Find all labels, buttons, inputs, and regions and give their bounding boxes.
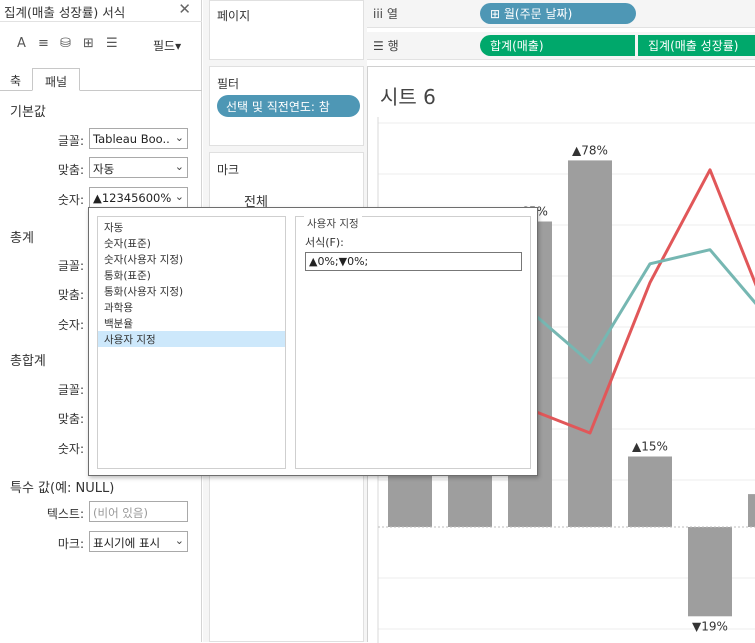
chevron-down-icon: ⌄ [174, 534, 184, 547]
totals-number-label: 숫자: [57, 318, 84, 332]
section-special-values: 특수 값(예: NULL) [10, 481, 115, 496]
marks-title: 마크 [217, 163, 240, 177]
format-pane-title: 집계(매출 성장률) 서식 [0, 0, 202, 22]
align-dropdown[interactable]: 자동 ⌄ [89, 157, 188, 178]
filters-card[interactable]: 필터 선택 및 직전연도: 참 [209, 66, 364, 146]
columns-label: iii 열 [373, 7, 398, 21]
format-type-item[interactable]: 과학용 [98, 299, 285, 315]
marks-label: 마크: [57, 537, 84, 551]
close-icon[interactable]: ✕ [178, 0, 191, 18]
format-input[interactable]: ▲0%;▼0%; [305, 252, 522, 271]
grand-number-label: 숫자: [57, 442, 84, 456]
totals-font-label: 글꼴: [57, 259, 84, 273]
format-type-item[interactable]: 사용자 지정 [98, 331, 285, 347]
grand-align-label: 맞춤: [57, 412, 84, 426]
chart-bar [688, 527, 732, 617]
tab-axis[interactable]: 축 [2, 68, 29, 91]
bar-label: ▲78% [572, 143, 608, 157]
chart-bar [748, 494, 755, 527]
number-value: ▲12345600% [93, 191, 172, 205]
section-totals: 총계 [10, 231, 34, 246]
grand-font-label: 글꼴: [57, 383, 84, 397]
rows-pill-growth[interactable]: 집계(매출 성장률) [638, 35, 755, 56]
columns-shelf[interactable]: iii 열 ⊞ 월(주문 날짜) [367, 0, 755, 28]
format-type-item[interactable]: 백분율 [98, 315, 285, 331]
custom-legend: 사용자 지정 [304, 216, 362, 231]
font-value: Tableau Boo.. [93, 132, 170, 146]
text-label: 텍스트: [46, 507, 84, 521]
font-icon[interactable]: A [17, 36, 26, 51]
filters-title: 필터 [217, 77, 240, 91]
fields-label: 필드 [153, 39, 176, 53]
format-label: 서식(F): [305, 236, 344, 249]
alignment-icon[interactable]: ≡ [38, 36, 49, 51]
chevron-down-icon: ▾ [175, 39, 182, 53]
chart-bar [568, 160, 612, 527]
font-label: 글꼴: [57, 134, 84, 148]
section-default: 기본값 [10, 105, 46, 120]
totals-align-label: 맞춤: [57, 288, 84, 302]
borders-icon[interactable]: ⊞ [83, 36, 94, 51]
number-format-popup: 자동 숫자(표준) 숫자(사용자 지정) 통화(표준) 통화(사용자 지정) 과학용 백분율… [88, 207, 538, 476]
rows-shelf[interactable]: ☰ 행 합계(매출) 집계(매출 성장률) [367, 32, 755, 60]
bar-label: ▲15% [632, 440, 668, 454]
format-type-item[interactable]: 숫자(사용자 지정) [98, 251, 285, 267]
format-tabs: 축 패널 [0, 68, 202, 91]
lines-icon[interactable]: ☰ [106, 36, 118, 51]
rows-label: ☰ 행 [373, 39, 399, 53]
pages-card[interactable]: 페이지 [209, 0, 364, 60]
custom-format-box: 사용자 지정 서식(F): ▲0%;▼0%; [295, 216, 531, 469]
format-type-list[interactable]: 자동 숫자(표준) 숫자(사용자 지정) 통화(표준) 통화(사용자 지정) 과학용 백분율… [97, 216, 286, 469]
format-type-item[interactable]: 자동 [98, 219, 285, 235]
shading-icon[interactable]: ⛁ [60, 36, 71, 51]
chevron-down-icon: ⌄ [174, 160, 184, 173]
fields-menu[interactable]: 필드▾ [153, 37, 181, 54]
rows-pill-sales[interactable]: 합계(매출) [480, 35, 635, 56]
format-type-item[interactable]: 숫자(표준) [98, 235, 285, 251]
marks-dropdown[interactable]: 표시기에 표시 ⌄ [89, 531, 188, 552]
bar-label: ▼19% [692, 619, 728, 633]
chevron-down-icon: ⌄ [174, 131, 184, 144]
tab-pane[interactable]: 패널 [32, 68, 80, 91]
text-input[interactable]: (비어 있음) [89, 501, 188, 522]
marks-value: 표시기에 표시 [93, 536, 161, 550]
chevron-down-icon: ⌄ [174, 190, 184, 203]
font-dropdown[interactable]: Tableau Boo.. ⌄ [89, 128, 188, 149]
columns-pill[interactable]: ⊞ 월(주문 날짜) [480, 3, 636, 24]
section-grand-totals: 총합계 [10, 354, 46, 369]
align-value: 자동 [93, 162, 115, 176]
align-label: 맞춤: [57, 163, 84, 177]
number-dropdown[interactable]: ▲12345600% ⌄ [89, 187, 188, 208]
format-type-item[interactable]: 통화(표준) [98, 267, 285, 283]
chart-bar [628, 456, 672, 527]
pages-title: 페이지 [217, 9, 251, 23]
filter-pill[interactable]: 선택 및 직전연도: 참 [217, 95, 360, 117]
format-type-item[interactable]: 통화(사용자 지정) [98, 283, 285, 299]
number-label: 숫자: [57, 193, 84, 207]
